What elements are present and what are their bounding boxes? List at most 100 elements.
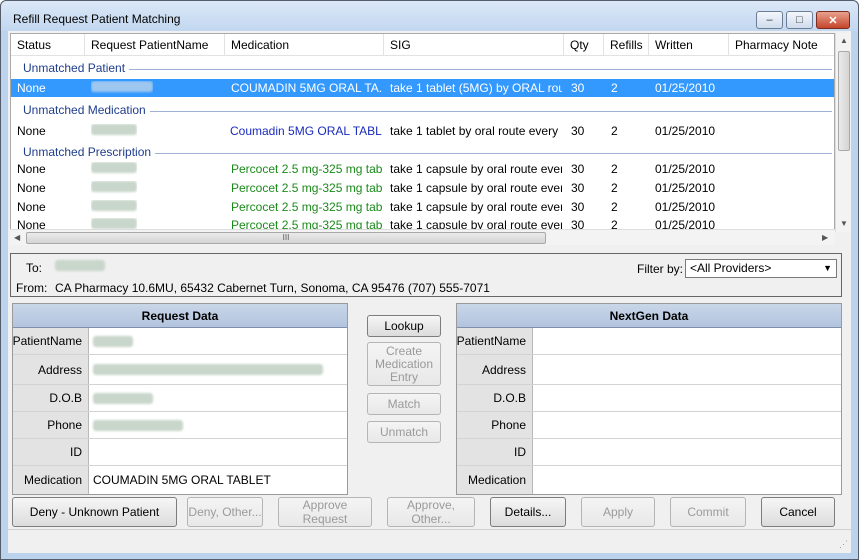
column-header-sig[interactable]: SIG: [384, 34, 564, 56]
field-value: [93, 385, 153, 411]
redacted-value: [93, 364, 323, 375]
table-row[interactable]: None Coumadin 5MG ORAL TABL... take 1 ta…: [11, 122, 834, 140]
cell-status: None: [17, 81, 46, 95]
redacted-name: [55, 260, 105, 271]
client-area: Status Request PatientName Medication SI…: [8, 31, 851, 553]
group-divider: [23, 69, 832, 70]
group-unmatched-medication: Unmatched Medication: [11, 100, 834, 120]
cell-medication: COUMADIN 5MG ORAL TA...: [231, 81, 381, 95]
apply-button[interactable]: Apply: [581, 497, 655, 527]
nextgen-row-phone: Phone: [457, 412, 841, 439]
vertical-scroll-thumb[interactable]: [838, 51, 850, 151]
cell-status: None: [17, 162, 46, 176]
column-header-written[interactable]: Written: [649, 34, 729, 56]
column-header-status[interactable]: Status: [11, 34, 85, 56]
request-row-medication: Medication COUMADIN 5MG ORAL TABLET: [13, 466, 347, 494]
scroll-left-icon[interactable]: ◀: [14, 233, 20, 242]
minimize-icon[interactable]: –: [756, 11, 783, 29]
to-value: [55, 260, 105, 274]
cell-patient-name: [91, 200, 137, 214]
request-row-dob: D.O.B: [13, 385, 347, 412]
cell-qty: 30: [571, 200, 585, 214]
field-value: COUMADIN 5MG ORAL TABLET: [93, 473, 271, 487]
cell-written: 01/25/2010: [655, 124, 716, 138]
cell-medication: Coumadin 5MG ORAL TABL...: [230, 124, 382, 138]
match-button[interactable]: Match: [367, 393, 441, 415]
grid-horizontal-scrollbar[interactable]: ◀ III ▶: [10, 229, 835, 245]
field-value: [93, 355, 323, 384]
request-data-panel: Request Data PatientName Address D.O.B P…: [12, 303, 348, 495]
nextgen-row-address: Address: [457, 355, 841, 385]
cell-patient-name: [91, 81, 153, 95]
grid-vertical-scrollbar[interactable]: ▲ ▼: [835, 33, 851, 232]
column-header-pharmacy-note[interactable]: Pharmacy Note: [729, 34, 834, 56]
deny-other-button[interactable]: Deny, Other...: [187, 497, 263, 527]
cell-sig: take 1 capsule by oral route ever...: [390, 162, 562, 176]
redacted-name: [91, 81, 153, 92]
request-row-patient-name: PatientName: [13, 328, 347, 355]
provider-filter-select[interactable]: <All Providers> ▼: [685, 259, 837, 278]
redacted-name: [91, 218, 137, 229]
status-bar: ⋰: [8, 529, 851, 553]
refill-request-grid[interactable]: Status Request PatientName Medication SI…: [10, 33, 835, 232]
resize-grip-icon[interactable]: ⋰: [839, 539, 848, 550]
nextgen-row-dob: D.O.B: [457, 385, 841, 412]
table-row[interactable]: None Percocet 2.5 mg-325 mg tablet take …: [11, 198, 834, 216]
column-header-qty[interactable]: Qty: [564, 34, 604, 56]
horizontal-scroll-thumb[interactable]: III: [26, 232, 546, 244]
unmatch-button[interactable]: Unmatch: [367, 421, 441, 443]
provider-filter-value: <All Providers>: [690, 261, 772, 275]
redacted-name: [91, 124, 137, 135]
table-row[interactable]: None Percocet 2.5 mg-325 mg tablet take …: [11, 179, 834, 197]
table-row[interactable]: None Percocet 2.5 mg-325 mg tablet take …: [11, 160, 834, 178]
table-row[interactable]: None COUMADIN 5MG ORAL TA... take 1 tabl…: [11, 79, 834, 97]
cell-sig: take 1 tablet by oral route every ...: [390, 124, 562, 138]
redacted-name: [91, 181, 137, 192]
cell-patient-name: [91, 162, 137, 176]
field-label: ID: [13, 439, 89, 465]
cell-status: None: [17, 124, 46, 138]
scroll-up-icon[interactable]: ▲: [840, 36, 848, 45]
column-header-patient-name[interactable]: Request PatientName: [85, 34, 225, 56]
cell-qty: 30: [571, 162, 585, 176]
redacted-name: [91, 200, 137, 211]
nextgen-data-header: NextGen Data: [457, 304, 841, 328]
commit-button[interactable]: Commit: [670, 497, 746, 527]
scroll-down-icon[interactable]: ▼: [840, 219, 848, 228]
details-button[interactable]: Details...: [490, 497, 566, 527]
cell-medication: Percocet 2.5 mg-325 mg tablet: [231, 162, 383, 176]
group-unmatched-prescription: Unmatched Prescription: [11, 142, 834, 162]
cell-refills: 2: [611, 181, 618, 195]
grid-header: Status Request PatientName Medication SI…: [11, 34, 834, 56]
cell-refills: 2: [611, 162, 618, 176]
cell-written: 01/25/2010: [655, 81, 716, 95]
refill-matching-window: Refill Request Patient Matching – □ ✕ St…: [0, 0, 859, 560]
group-label: Unmatched Patient: [23, 61, 130, 75]
redacted-value: [93, 335, 133, 347]
approve-request-button[interactable]: Approve Request: [278, 497, 372, 527]
request-row-address: Address: [13, 355, 347, 385]
approve-other-button[interactable]: Approve, Other...: [387, 497, 475, 527]
field-value: [93, 328, 133, 354]
column-header-refills[interactable]: Refills: [604, 34, 649, 56]
from-label: From:: [16, 281, 48, 295]
field-label: PatientName: [13, 328, 89, 354]
redacted-name: [91, 162, 137, 173]
lookup-button[interactable]: Lookup: [367, 315, 441, 337]
request-row-id: ID: [13, 439, 347, 466]
column-header-medication[interactable]: Medication: [225, 34, 384, 56]
cancel-button[interactable]: Cancel: [761, 497, 835, 527]
field-label: PatientName: [457, 328, 533, 354]
cell-qty: 30: [571, 181, 585, 195]
group-unmatched-patient: Unmatched Patient: [11, 58, 834, 78]
field-label: Phone: [13, 412, 89, 438]
cell-patient-name: [91, 181, 137, 195]
field-label: Medication: [13, 466, 89, 494]
maximize-icon[interactable]: □: [786, 11, 813, 29]
title-bar: Refill Request Patient Matching – □ ✕: [1, 1, 858, 31]
cell-sig: take 1 capsule by oral route ever...: [390, 200, 562, 214]
deny-unknown-patient-button[interactable]: Deny - Unknown Patient: [12, 497, 177, 527]
scroll-right-icon[interactable]: ▶: [822, 233, 828, 242]
create-medication-entry-button[interactable]: Create Medication Entry: [367, 342, 441, 386]
close-icon[interactable]: ✕: [816, 11, 850, 29]
